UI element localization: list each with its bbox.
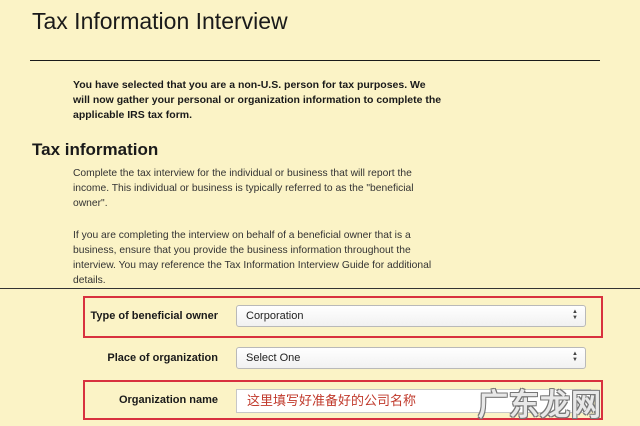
title-divider <box>30 60 600 61</box>
place-of-organization-label: Place of organization <box>107 352 218 364</box>
select-arrows-icon: ▲ ▼ <box>572 351 578 363</box>
beneficial-owner-selected-value: Corporation <box>246 310 304 322</box>
beneficial-owner-select[interactable]: Corporation ▲ ▼ <box>236 305 586 327</box>
tax-info-paragraph-1: Complete the tax interview for the indiv… <box>73 168 414 209</box>
section-divider <box>0 288 640 289</box>
section-title-tax-information: Tax information <box>32 140 159 159</box>
tax-info-paragraph-2: If you are completing the interview on b… <box>73 230 432 286</box>
place-of-organization-selected-value: Select One <box>246 352 301 364</box>
watermark-logo: 广东龙网 <box>478 388 602 423</box>
select-arrows-icon: ▲ ▼ <box>572 309 578 321</box>
beneficial-owner-label: Type of beneficial owner <box>90 310 218 322</box>
place-of-organization-select[interactable]: Select One ▲ ▼ <box>236 347 586 369</box>
page-title: Tax Information Interview <box>32 8 288 34</box>
intro-text: You have selected that you are a non-U.S… <box>73 79 442 121</box>
organization-name-label: Organization name <box>118 394 218 406</box>
